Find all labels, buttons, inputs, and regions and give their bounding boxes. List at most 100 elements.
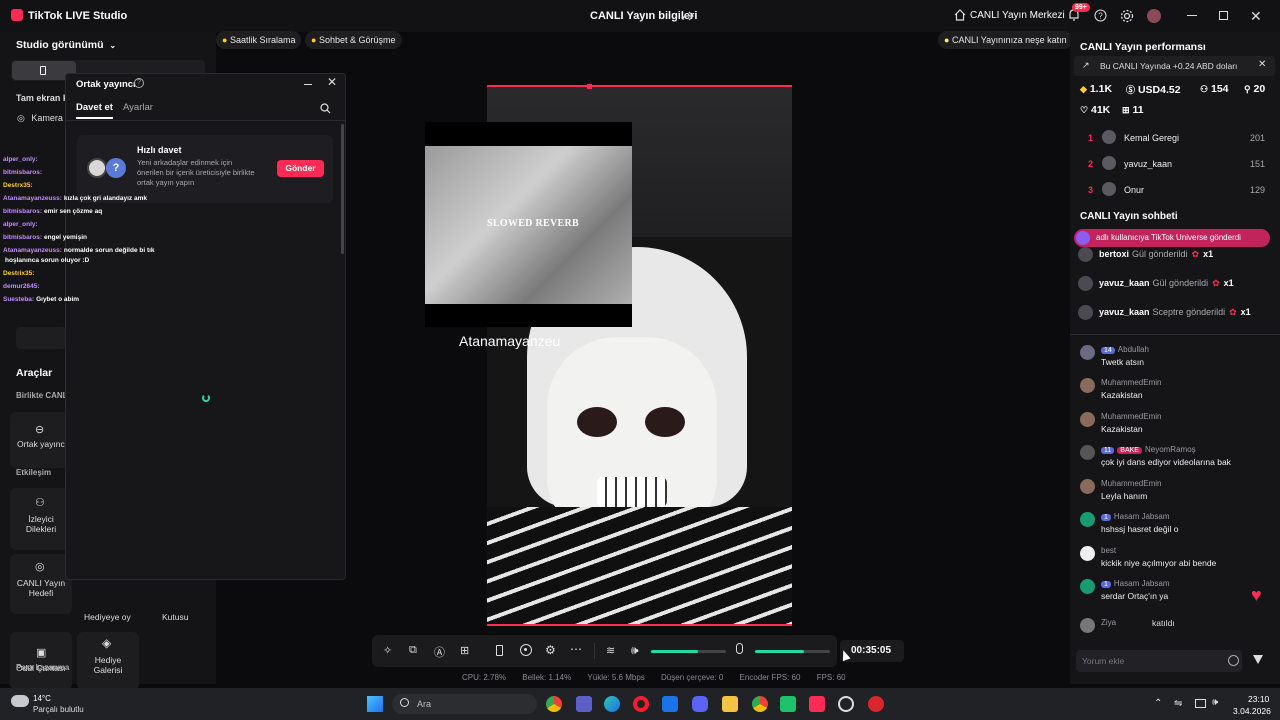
live-center-link[interactable]: CANLI Yayın Merkezi [970, 10, 1065, 21]
gift-poll-label[interactable]: Hediyeye oy [84, 612, 131, 622]
speaker-icon[interactable]: 🕪 [631, 643, 639, 658]
chat-text: kickik niye açılmıyor abi bende [1101, 558, 1217, 568]
chat-user: Hasam Jabsam [1113, 579, 1170, 588]
mic-icon[interactable] [736, 643, 743, 654]
volume-icon[interactable]: 🕪 [1212, 697, 1218, 708]
gift-row[interactable]: yavuz_kaan Sceptre gönderildi ✿ x1 [1078, 305, 1251, 320]
hourly-ranking-pill[interactable]: ● Saatlik Sıralama [216, 31, 302, 49]
tab-invite[interactable]: Davet et [76, 102, 113, 113]
taskbar-search[interactable]: Ara [392, 694, 537, 714]
tab-settings[interactable]: Ayarlar [123, 102, 153, 113]
layers-icon[interactable]: ⧉ [409, 644, 417, 657]
magic-wand-icon[interactable]: ✧ [383, 644, 392, 657]
ranking-row[interactable]: 2 yavuz_kaan 151 [1080, 156, 1270, 176]
gift-count: x1 [1240, 306, 1251, 317]
home-icon[interactable] [954, 9, 966, 21]
app-green-icon[interactable] [780, 696, 796, 712]
speaker-volume-slider[interactable] [651, 650, 726, 653]
camera-source[interactable]: ◎ Kamera [17, 113, 63, 124]
chrome-alt-icon[interactable] [752, 696, 768, 712]
opera-icon[interactable] [633, 696, 649, 712]
edge-icon[interactable] [604, 696, 620, 712]
overlay-chat-line: Destrix35: [3, 270, 36, 277]
ranking-name: Onur [1124, 185, 1145, 195]
ai-icon[interactable]: Ⓐ [434, 644, 445, 660]
trophy-icon: ● [222, 35, 228, 45]
viewer-wishes-tool[interactable]: ⚇ İzleyici Dilekleri [10, 488, 72, 550]
more-icon[interactable]: ⋯ [570, 642, 582, 656]
taskbar-search-label: Ara [417, 699, 432, 709]
mail-icon[interactable] [662, 696, 678, 712]
send-invite-button[interactable]: Gönder [277, 160, 324, 177]
media-player-icon[interactable] [868, 696, 884, 712]
chat-meeting-pill[interactable]: ● Sohbet & Görüşme [305, 31, 402, 49]
close-dialog-button[interactable]: ✕ [327, 75, 337, 89]
chat-title: CANLI Yayın sohbeti [1080, 211, 1178, 222]
chat-text: katıldı [1152, 618, 1175, 628]
mic-volume-slider[interactable] [755, 650, 830, 653]
gift-row[interactable]: bertoxi Gül gönderildi ✿ x1 [1078, 247, 1213, 262]
live-timer[interactable]: 00:35:05 [840, 640, 904, 662]
comment-input[interactable]: Yorum ekle [1076, 650, 1242, 672]
app-gear-icon[interactable] [838, 696, 854, 712]
handle-top[interactable] [587, 84, 592, 89]
tip-pill[interactable]: ● CANLI Yayınınıza neşe katın [938, 31, 1073, 49]
tiktok-live-studio-taskbar-icon[interactable] [809, 696, 825, 712]
teams-icon[interactable] [576, 696, 592, 712]
box-label[interactable]: Kutusu [162, 612, 188, 622]
minimize-dialog-button[interactable] [304, 84, 312, 85]
gift-row[interactable]: yavuz_kaan Gül gönderildi ✿ x1 [1078, 276, 1234, 291]
filter-icon[interactable] [1253, 655, 1263, 664]
mixer-icon[interactable]: ≋ [606, 644, 615, 657]
close-window-button[interactable]: ✕ [1250, 8, 1262, 25]
record-icon[interactable] [520, 644, 532, 656]
reward-bag-tool[interactable]: ▣ Ödül Çantası [10, 632, 72, 690]
studio-view-dropdown[interactable]: Studio görünümü ⌄ [16, 39, 116, 51]
emoji-icon[interactable] [1228, 655, 1239, 666]
overlay-name-text: Atanamayanzeu [459, 333, 561, 349]
scrollbar[interactable] [341, 124, 344, 254]
performance-title: CANLI Yayın performansı [1080, 41, 1206, 53]
ranking-row[interactable]: 3 Onur 129 [1080, 182, 1270, 202]
overlay-chat-user: Atanamayanzeuss: [3, 195, 62, 202]
chrome-icon[interactable] [546, 696, 562, 712]
display-icon[interactable] [1195, 699, 1206, 708]
file-explorer-icon[interactable] [722, 696, 738, 712]
chat-avatar [1080, 546, 1095, 561]
effects-icon[interactable]: ⚙ [545, 643, 556, 657]
tip-label: CANLI Yayınınıza neşe katın [951, 35, 1067, 45]
help-icon[interactable]: ? [1094, 9, 1107, 22]
viewers-icon: ⚇ [1200, 84, 1209, 94]
search-icon[interactable] [320, 103, 331, 114]
weather-temp: 14°C [33, 694, 51, 703]
minimize-button[interactable] [1187, 15, 1197, 16]
overlay-video[interactable]: SLOWED REVERB [425, 122, 632, 327]
phone-icon[interactable] [496, 645, 503, 656]
mask-eye-right [645, 407, 685, 437]
add-source-button[interactable] [16, 327, 66, 349]
settings-gear-icon[interactable] [1120, 9, 1134, 23]
upload-stat: Yükle: 5.6 Mbps [587, 673, 645, 682]
clock-time[interactable]: 23:10 [1248, 694, 1269, 704]
cohost-tool[interactable]: ⊖ Ortak yayıncı [10, 412, 72, 468]
profile-avatar[interactable] [1147, 9, 1161, 23]
add-scene-icon[interactable]: ⊞ [460, 644, 469, 657]
discord-icon[interactable] [692, 696, 708, 712]
share-icon[interactable] [682, 10, 694, 22]
tray-chevron-icon[interactable]: ⌃ [1154, 698, 1162, 709]
maximize-button[interactable] [1219, 11, 1228, 20]
start-button[interactable] [367, 696, 383, 712]
gift-gallery-tool[interactable]: ◈ Hediye Galerisi [77, 632, 139, 690]
gift-gallery-label: Hediye Galerisi [93, 655, 123, 675]
tools-title: Araçlar [16, 367, 53, 379]
live-goal-tool[interactable]: ◎ CANLI Yayın Hedefi [10, 554, 72, 614]
chevron-down-icon: ⌄ [109, 41, 117, 50]
close-banner-icon[interactable]: ✕ [1258, 59, 1266, 70]
clock-date[interactable]: 3.04.2026 [1233, 706, 1271, 716]
chat-user-line: MuhammedEmin [1101, 412, 1161, 421]
rose-icon: ✿ [1229, 306, 1237, 317]
help-icon[interactable]: ? [134, 78, 144, 88]
network-icon[interactable]: ⇋ [1174, 698, 1182, 709]
ranking-row[interactable]: 1 Kemal Geregi 201 [1080, 130, 1270, 150]
quick-invite-title: Hızlı davet [137, 145, 182, 155]
